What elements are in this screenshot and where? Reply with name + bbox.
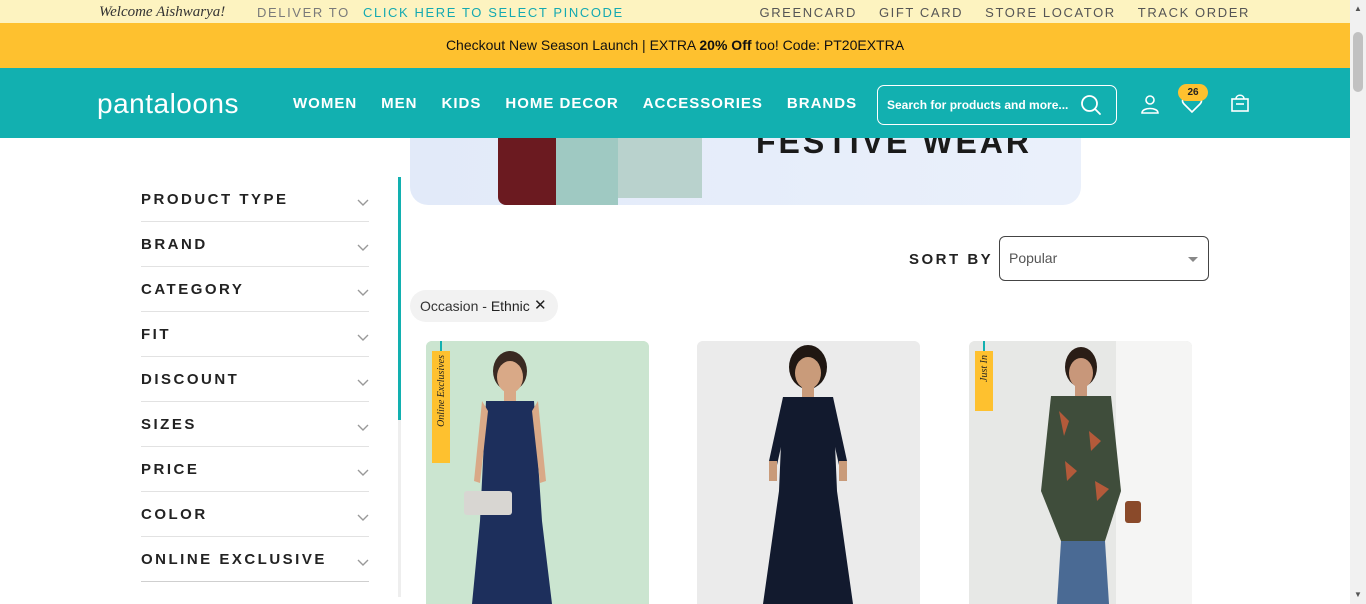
product-card[interactable]: Just In xyxy=(969,341,1192,604)
festive-wear-banner[interactable]: FESTIVE WEAR xyxy=(410,138,1081,205)
store-locator-link[interactable]: STORE LOCATOR xyxy=(985,5,1116,20)
sort-by-label: SORT BY xyxy=(909,251,994,268)
deliver-to-label: DELIVER TO xyxy=(257,5,350,20)
filter-label: BRAND xyxy=(141,236,208,253)
filter-sizes[interactable]: SIZES xyxy=(141,402,369,447)
product-card[interactable]: Online Exclusives xyxy=(426,341,649,604)
banner-model-image xyxy=(556,138,618,205)
chevron-down-icon[interactable] xyxy=(357,419,369,437)
sort-selected-value: Popular xyxy=(1009,250,1058,266)
nav-menu: WOMEN MEN KIDS HOME DECOR ACCESSORIES BR… xyxy=(293,95,857,112)
nav-item-home-decor[interactable]: HOME DECOR xyxy=(505,95,618,112)
top-links: GREENCARD GIFT CARD STORE LOCATOR TRACK … xyxy=(759,5,1250,20)
promo-text-before: Checkout New Season Launch | EXTRA xyxy=(445,37,700,53)
top-bar: Welcome Aishwarya! DELIVER TO CLICK HERE… xyxy=(0,0,1350,23)
main-nav: pantaloons WOMEN MEN KIDS HOME DECOR ACC… xyxy=(0,68,1350,138)
filter-color[interactable]: COLOR xyxy=(141,492,369,537)
chevron-down-icon[interactable] xyxy=(357,464,369,482)
filter-label: PRICE xyxy=(141,461,200,478)
sidebar-scroll-thumb[interactable] xyxy=(398,177,401,420)
promo-discount: 20% Off xyxy=(699,37,752,53)
tag-label: Just In xyxy=(979,355,990,382)
chevron-down-icon[interactable] xyxy=(357,329,369,347)
nav-item-kids[interactable]: KIDS xyxy=(442,95,482,112)
track-order-link[interactable]: TRACK ORDER xyxy=(1138,5,1250,20)
promo-banner[interactable]: Checkout New Season Launch | EXTRA 20% O… xyxy=(0,23,1350,68)
chip-label: Occasion - Ethnic xyxy=(420,298,530,314)
banner-model-image xyxy=(618,138,702,198)
filter-label: FIT xyxy=(141,326,171,343)
caret-down-icon[interactable] xyxy=(1188,257,1198,262)
greencard-link[interactable]: GREENCARD xyxy=(759,5,856,20)
close-icon[interactable]: ✕ xyxy=(534,296,547,314)
nav-item-brands[interactable]: BRANDS xyxy=(787,95,857,112)
select-pincode-link[interactable]: CLICK HERE TO SELECT PINCODE xyxy=(363,5,624,20)
promo-text-after: too! Code: PT20EXTRA xyxy=(751,37,905,53)
chevron-down-icon[interactable] xyxy=(357,239,369,257)
user-icon[interactable] xyxy=(1140,94,1160,119)
chevron-down-icon[interactable] xyxy=(357,509,369,527)
just-in-tag: Just In xyxy=(975,351,993,411)
tag-label: Online Exclusives xyxy=(436,355,447,427)
pantaloons-logo[interactable]: pantaloons xyxy=(97,88,239,120)
product-image xyxy=(697,341,920,604)
search-input[interactable] xyxy=(887,95,1077,115)
banner-model-image xyxy=(498,138,556,205)
scrollbar-thumb[interactable] xyxy=(1353,32,1363,92)
product-card[interactable] xyxy=(697,341,920,604)
filter-brand[interactable]: BRAND xyxy=(141,222,369,267)
filter-label: CATEGORY xyxy=(141,281,245,298)
filter-label: DISCOUNT xyxy=(141,371,240,388)
filter-label: SIZES xyxy=(141,416,197,433)
chevron-down-icon[interactable] xyxy=(357,194,369,212)
sort-select[interactable]: Popular xyxy=(999,236,1209,281)
product-image xyxy=(969,341,1192,604)
filter-discount[interactable]: DISCOUNT xyxy=(141,357,369,402)
search-box[interactable] xyxy=(877,85,1117,125)
nav-item-women[interactable]: WOMEN xyxy=(293,95,357,112)
chevron-down-icon[interactable] xyxy=(357,554,369,572)
online-exclusives-tag: Online Exclusives xyxy=(432,351,450,463)
filter-product-type[interactable]: PRODUCT TYPE xyxy=(141,177,369,222)
filter-online-exclusive[interactable]: ONLINE EXCLUSIVE xyxy=(141,537,369,582)
filter-price[interactable]: PRICE xyxy=(141,447,369,492)
welcome-text: Welcome Aishwarya! xyxy=(99,4,226,20)
nav-item-men[interactable]: MEN xyxy=(381,95,417,112)
filter-sidebar: PRODUCT TYPE BRAND CATEGORY FIT DISCOUNT… xyxy=(141,177,369,582)
chevron-down-icon[interactable] xyxy=(357,374,369,392)
bag-icon[interactable] xyxy=(1230,93,1250,118)
wishlist-count-badge: 26 xyxy=(1178,84,1208,101)
scroll-up-icon[interactable]: ▲ xyxy=(1353,4,1363,14)
nav-item-accessories[interactable]: ACCESSORIES xyxy=(643,95,763,112)
banner-title: FESTIVE WEAR xyxy=(756,138,1033,160)
chip-value: Ethnic xyxy=(490,298,530,314)
filter-label: COLOR xyxy=(141,506,208,523)
scroll-down-icon[interactable]: ▼ xyxy=(1353,590,1363,600)
product-image xyxy=(426,341,649,604)
gift-card-link[interactable]: GIFT CARD xyxy=(879,5,963,20)
search-icon[interactable] xyxy=(1080,94,1102,121)
filter-category[interactable]: CATEGORY xyxy=(141,267,369,312)
filter-label: ONLINE EXCLUSIVE xyxy=(141,551,327,568)
chevron-down-icon[interactable] xyxy=(357,284,369,302)
applied-filter-chip[interactable]: Occasion - Ethnic ✕ xyxy=(410,290,558,322)
filter-fit[interactable]: FIT xyxy=(141,312,369,357)
filter-label: PRODUCT TYPE xyxy=(141,191,289,208)
page-scrollbar[interactable]: ▲ ▼ xyxy=(1350,0,1366,604)
